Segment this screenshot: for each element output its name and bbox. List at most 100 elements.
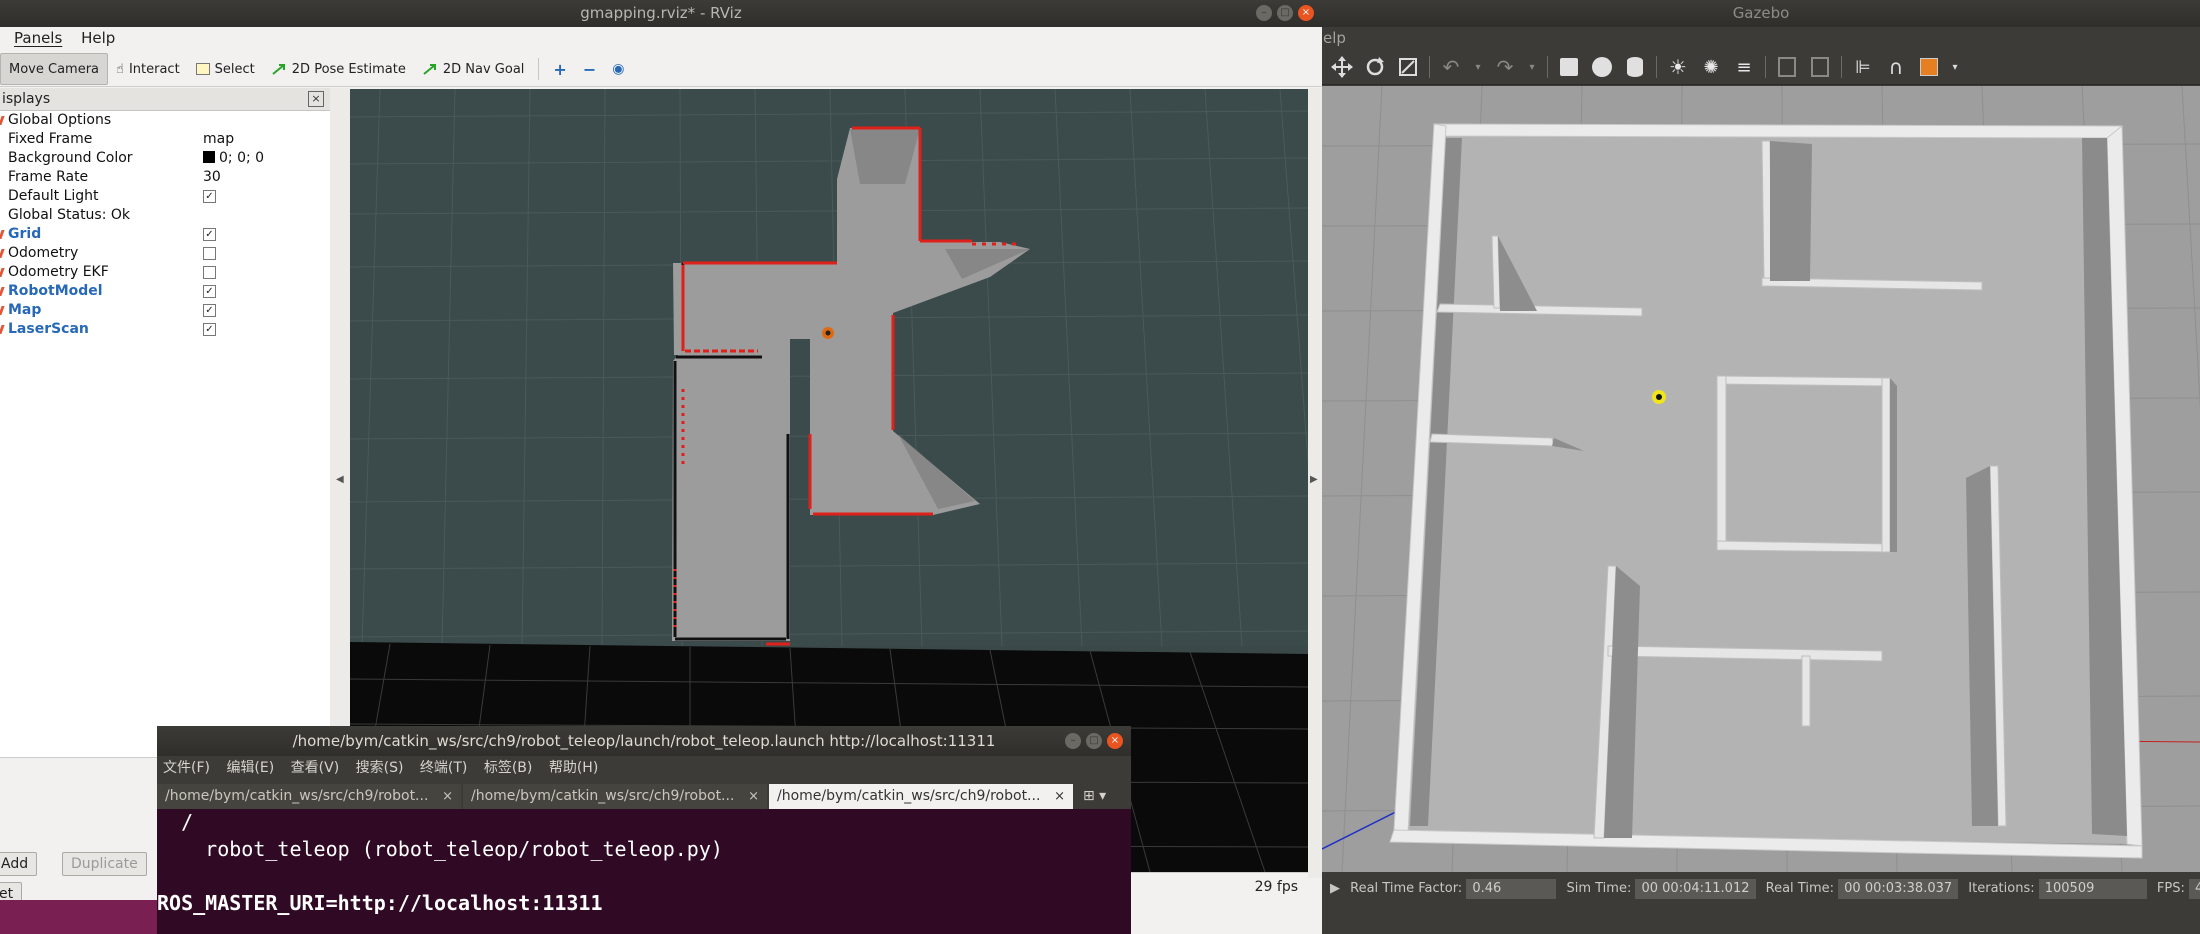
terminal-menu-help[interactable]: 帮助(H) xyxy=(549,760,598,776)
menu-help[interactable]: Help xyxy=(81,29,115,47)
terminal-window-controls: – □ × xyxy=(1065,733,1123,749)
right-splitter[interactable]: ▶ xyxy=(1308,88,1322,878)
display-checkbox[interactable]: ✓ xyxy=(203,190,216,203)
interact-tool[interactable]: ☝ Interact xyxy=(108,54,188,84)
scale-icon[interactable] xyxy=(1396,55,1420,79)
display-row[interactable]: LaserScan ✓ xyxy=(0,320,330,339)
display-row[interactable]: Fixed Frame map xyxy=(0,130,330,149)
move-camera-tool[interactable]: Move Camera xyxy=(0,53,109,85)
terminal-tab-label: /home/bym/catkin_ws/src/ch9/robot... xyxy=(165,788,429,804)
display-checkbox[interactable]: ✓ xyxy=(203,285,216,298)
expand-arrow-icon[interactable] xyxy=(0,116,5,125)
select-box-icon xyxy=(195,63,210,75)
rviz-toolbar: Move Camera ☝ Interact Select 2D Pose Es… xyxy=(0,52,1322,87)
select-tool[interactable]: Select xyxy=(188,54,263,84)
expand-arrow-icon[interactable] xyxy=(0,249,5,258)
close-tab-icon[interactable]: × xyxy=(748,784,759,809)
display-row[interactable]: Global Options xyxy=(0,111,330,130)
collapse-left-icon[interactable]: ◀ xyxy=(336,474,344,485)
terminal-menu-view[interactable]: 查看(V) xyxy=(291,760,340,776)
expand-arrow-icon[interactable] xyxy=(0,287,5,296)
terminal-menu-file[interactable]: 文件(F) xyxy=(163,760,210,776)
point-light-icon[interactable]: ☀ xyxy=(1666,55,1690,79)
align-icon[interactable]: ⊫ xyxy=(1851,55,1875,79)
menu-panels[interactable]: Panels xyxy=(14,29,62,47)
expand-arrow-icon[interactable] xyxy=(0,325,5,334)
paste-icon[interactable] xyxy=(1808,55,1832,79)
play-icon[interactable]: ▶ xyxy=(1330,881,1340,896)
camera-type-button[interactable]: ◉ xyxy=(604,54,632,84)
display-row[interactable]: Global Status: Ok xyxy=(0,206,330,225)
duplicate-display-button[interactable]: Duplicate xyxy=(62,852,147,876)
expand-arrow-icon[interactable] xyxy=(0,268,5,277)
minus-icon: − xyxy=(582,59,597,79)
display-checkbox[interactable] xyxy=(203,247,216,260)
display-checkbox[interactable]: ✓ xyxy=(203,323,216,336)
terminal-menu-search[interactable]: 搜索(S) xyxy=(356,760,404,776)
spot-light-icon[interactable]: ✺ xyxy=(1699,55,1723,79)
expand-arrow-icon[interactable] xyxy=(0,230,5,239)
redo-icon[interactable]: ↷ xyxy=(1493,55,1517,79)
display-row-value[interactable]: map xyxy=(203,130,234,149)
gazebo-menu-help[interactable]: elp xyxy=(1323,29,1346,47)
rviz-menubar: Panels Help xyxy=(0,27,1322,50)
minimize-icon[interactable]: – xyxy=(1256,5,1272,21)
terminal-maximize-icon[interactable]: □ xyxy=(1086,733,1102,749)
close-icon[interactable]: × xyxy=(1298,5,1314,21)
undo-history-icon[interactable]: ▾ xyxy=(1472,55,1484,79)
gazebo-titlebar[interactable]: Gazebo xyxy=(1322,0,2200,27)
display-row-value[interactable]: 0; 0; 0 xyxy=(203,149,264,168)
terminal-minimize-icon[interactable]: – xyxy=(1065,733,1081,749)
add-tool-button[interactable]: + xyxy=(545,54,574,84)
copy-icon[interactable] xyxy=(1775,55,1799,79)
gazebo-3d-scene[interactable] xyxy=(1322,86,2200,872)
cylinder-shape-icon[interactable] xyxy=(1623,55,1647,79)
terminal-menu-edit[interactable]: 编辑(E) xyxy=(226,760,274,776)
terminal-output[interactable]: / robot_teleop (robot_teleop/robot_teleo… xyxy=(157,809,1131,917)
rviz-window-controls: – □ × xyxy=(1256,5,1314,21)
sphere-shape-icon[interactable] xyxy=(1590,55,1614,79)
display-row[interactable]: Odometry xyxy=(0,244,330,263)
view-menu-icon[interactable]: ▾ xyxy=(1950,55,1960,79)
close-tab-icon[interactable]: × xyxy=(1054,784,1065,809)
display-row[interactable]: Background Color 0; 0; 0 xyxy=(0,149,330,168)
remove-tool-button[interactable]: − xyxy=(575,54,604,84)
display-checkbox[interactable] xyxy=(203,266,216,279)
pose-estimate-tool[interactable]: 2D Pose Estimate xyxy=(263,54,414,84)
terminal-close-icon[interactable]: × xyxy=(1107,733,1123,749)
terminal-menu-terminal[interactable]: 终端(T) xyxy=(420,760,467,776)
box-shape-icon[interactable] xyxy=(1557,55,1581,79)
display-checkbox[interactable]: ✓ xyxy=(203,304,216,317)
collapse-right-icon[interactable]: ▶ xyxy=(1310,474,1318,485)
rotate-icon[interactable] xyxy=(1363,55,1387,79)
display-row[interactable]: Map ✓ xyxy=(0,301,330,320)
close-tab-icon[interactable]: × xyxy=(442,784,453,809)
display-row[interactable]: RobotModel ✓ xyxy=(0,282,330,301)
translate-icon[interactable] xyxy=(1330,55,1354,79)
expand-arrow-icon[interactable] xyxy=(0,306,5,315)
redo-history-icon[interactable]: ▾ xyxy=(1526,55,1538,79)
terminal-titlebar[interactable]: /home/bym/catkin_ws/src/ch9/robot_teleop… xyxy=(157,726,1131,756)
close-panel-icon[interactable]: × xyxy=(308,91,324,107)
new-tab-icon[interactable]: ⊞ ▾ xyxy=(1083,784,1106,809)
maximize-icon[interactable]: □ xyxy=(1277,5,1293,21)
terminal-tab-2[interactable]: /home/bym/catkin_ws/src/ch9/robot... × xyxy=(463,784,767,809)
terminal-tab-label: /home/bym/catkin_ws/src/ch9/robot... xyxy=(777,788,1041,804)
snap-icon[interactable]: ∩ xyxy=(1884,55,1908,79)
undo-icon[interactable]: ↶ xyxy=(1439,55,1463,79)
terminal-tab-1[interactable]: /home/bym/catkin_ws/src/ch9/robot... × xyxy=(157,784,461,809)
directional-light-icon[interactable]: ≡ xyxy=(1732,55,1756,79)
change-view-icon[interactable] xyxy=(1917,55,1941,79)
terminal-menu-tabs[interactable]: 标签(B) xyxy=(484,760,533,776)
real-time-label: Real Time: xyxy=(1765,881,1834,896)
rviz-titlebar[interactable]: gmapping.rviz* - RViz – □ × xyxy=(0,0,1322,27)
display-row-value[interactable]: 30 xyxy=(203,168,221,187)
display-row[interactable]: Odometry EKF xyxy=(0,263,330,282)
display-row[interactable]: Grid ✓ xyxy=(0,225,330,244)
display-row[interactable]: Default Light ✓ xyxy=(0,187,330,206)
display-row[interactable]: Frame Rate 30 xyxy=(0,168,330,187)
nav-goal-tool[interactable]: 2D Nav Goal xyxy=(414,54,533,84)
terminal-tab-3[interactable]: /home/bym/catkin_ws/src/ch9/robot... × xyxy=(769,784,1073,809)
add-display-button[interactable]: Add xyxy=(0,852,38,876)
display-checkbox[interactable]: ✓ xyxy=(203,228,216,241)
